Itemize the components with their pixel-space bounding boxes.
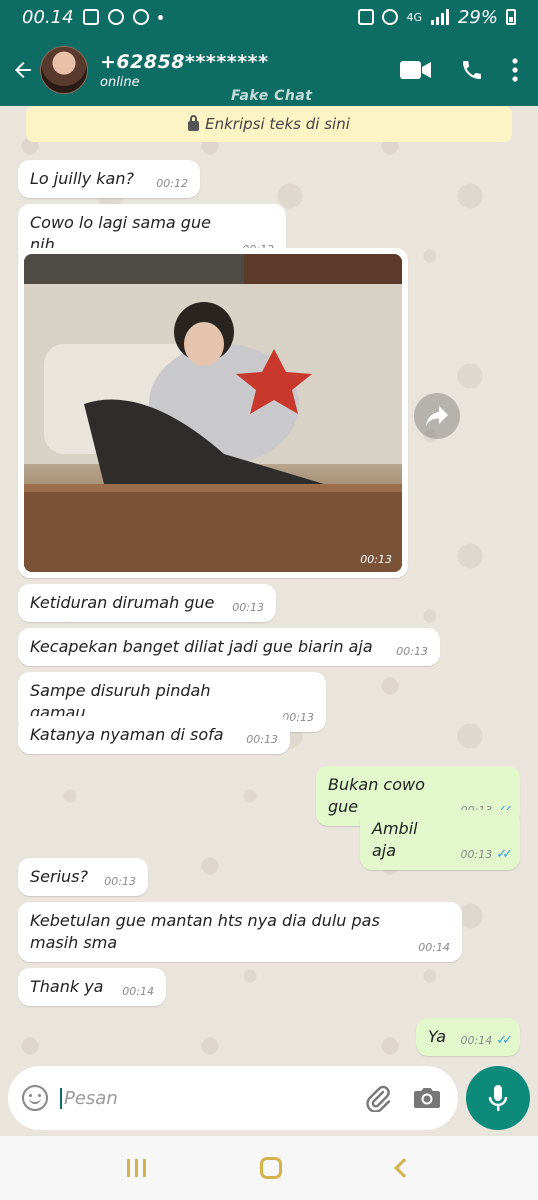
battery-percentage: 29%: [457, 6, 498, 28]
forward-icon[interactable]: [414, 393, 460, 439]
phone-icon[interactable]: [460, 58, 484, 82]
message-time: 00:12: [156, 177, 188, 190]
message-text: Ambil aja: [372, 819, 418, 860]
battery-saver-icon: [358, 9, 375, 25]
message-text: Serius?: [30, 867, 88, 886]
status-bar: 00.14 4G 29%: [0, 0, 538, 34]
lock-icon: [188, 115, 200, 131]
message-bubble[interactable]: Kebetulan gue mantan hts nya dia dulu pa…: [18, 902, 462, 962]
photo-content: [24, 254, 402, 572]
message-bubble[interactable]: Katanya nyaman di sofa 00:13: [18, 716, 290, 754]
message-text: Ketiduran dirumah gue: [30, 593, 215, 612]
contact-avatar[interactable]: [40, 46, 88, 94]
message-time: 00:13: [460, 848, 493, 861]
camera-icon[interactable]: [410, 1081, 444, 1115]
contact-info[interactable]: +62858******** online: [100, 51, 269, 90]
recents-icon[interactable]: [127, 1159, 147, 1177]
message-time: 00:13: [396, 645, 428, 658]
shared-photo[interactable]: 00:13: [24, 254, 402, 572]
message-time: 00:14: [460, 1034, 493, 1047]
message-meta: 00:13 ✓✓: [460, 847, 513, 862]
nav-back-icon[interactable]: [393, 1158, 414, 1178]
message-time: 00:13: [360, 553, 392, 566]
message-text: Lo juilly kan?: [30, 169, 134, 188]
message-text: Thank ya: [30, 977, 104, 996]
message-time: 00:13: [232, 601, 264, 614]
message-time: 00:14: [122, 985, 154, 998]
message-meta: 00:14 ✓✓: [460, 1033, 513, 1048]
image-message[interactable]: 00:13: [18, 248, 408, 578]
back-arrow-icon[interactable]: [8, 55, 38, 85]
message-input-container[interactable]: [8, 1066, 458, 1130]
message-text: Katanya nyaman di sofa: [30, 725, 224, 744]
encryption-banner[interactable]: Enkripsi teks di sini: [26, 106, 512, 142]
read-ticks-icon: ✓✓: [496, 847, 513, 862]
message-bubble-outgoing[interactable]: Ambil aja 00:13 ✓✓: [360, 810, 520, 870]
message-bubble[interactable]: Lo juilly kan? 00:12: [18, 160, 200, 198]
chat-area[interactable]: Enkripsi teks di sini Lo juilly kan? 00:…: [0, 106, 538, 1060]
message-time: 00:13: [246, 733, 278, 746]
gallery-notification-icon: [82, 9, 99, 25]
message-text: Kecapekan banget diliat jadi gue biarin …: [30, 637, 373, 656]
system-navigation-bar: [0, 1136, 538, 1200]
message-time: 00:14: [418, 941, 450, 954]
compose-bar: [0, 1060, 538, 1136]
contact-name: +62858********: [100, 50, 269, 73]
message-bubble[interactable]: Serius? 00:13: [18, 858, 148, 896]
message-input[interactable]: [60, 1087, 360, 1109]
message-bubble-outgoing[interactable]: Ya 00:14 ✓✓: [416, 1018, 520, 1056]
status-time: 00.14: [22, 6, 74, 28]
message-bubble[interactable]: Ketiduran dirumah gue 00:13: [18, 584, 276, 622]
more-vert-icon[interactable]: [512, 58, 518, 82]
message-bubble[interactable]: Thank ya 00:14: [18, 968, 166, 1006]
battery-icon: [506, 9, 516, 25]
sync-icon: [132, 9, 149, 25]
more-notifications-icon: [157, 14, 163, 20]
home-icon[interactable]: [260, 1157, 283, 1179]
message-time: 00:13: [104, 875, 136, 888]
signal-icon: [430, 9, 449, 25]
message-text: Kebetulan gue mantan hts nya dia dulu pa…: [30, 911, 380, 952]
watermark: Fake Chat: [231, 88, 313, 104]
dnd-icon: [107, 9, 124, 25]
alarm-icon: [382, 9, 399, 25]
message-bubble[interactable]: Kecapekan banget diliat jadi gue biarin …: [18, 628, 440, 666]
mic-icon[interactable]: [466, 1066, 530, 1130]
encryption-text: Enkripsi teks di sini: [205, 115, 350, 133]
read-ticks-icon: ✓✓: [496, 1033, 513, 1048]
attach-icon[interactable]: [360, 1081, 394, 1115]
message-text: Ya: [428, 1027, 447, 1046]
video-call-icon[interactable]: [400, 59, 432, 81]
emoji-icon[interactable]: [22, 1085, 48, 1111]
network-type: 4G: [406, 10, 422, 24]
